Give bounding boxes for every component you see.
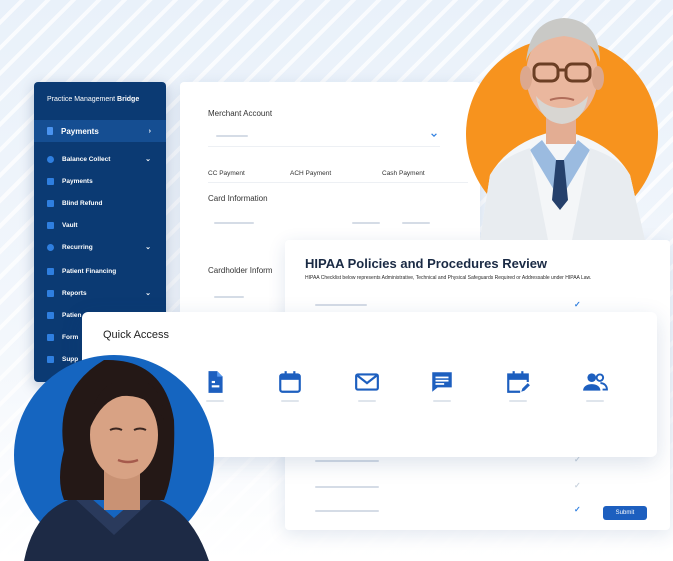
divider — [208, 146, 440, 147]
chevron-right-icon: › — [148, 127, 151, 135]
merchant-account-label: Merchant Account — [208, 109, 273, 118]
select-placeholder — [216, 135, 248, 137]
row-placeholder — [315, 460, 379, 462]
sidebar-item-label: Recurring — [62, 243, 93, 251]
label-placeholder — [281, 400, 299, 402]
check-icon[interactable]: ✓ — [574, 481, 581, 490]
sidebar-item-reports[interactable]: Reports ⌄ — [34, 284, 166, 302]
chevron-down-icon: ⌄ — [145, 156, 151, 163]
row-placeholder — [315, 486, 379, 488]
balance-collect-icon — [47, 155, 54, 163]
sidebar-item-label: Payments — [62, 177, 93, 185]
row-placeholder — [315, 304, 367, 306]
hipaa-description: HIPAA Checklist below represents Adminis… — [305, 275, 592, 281]
calendar-icon[interactable] — [277, 369, 303, 395]
hipaa-title: HIPAA Policies and Procedures Review — [305, 256, 548, 271]
doctor-portrait — [460, 0, 660, 240]
field-placeholder — [214, 296, 244, 298]
chevron-down-icon — [431, 133, 437, 138]
vault-icon — [47, 221, 54, 229]
sidebar-item-label: Reports — [62, 289, 87, 297]
sidebar-item-label: Blind Refund — [62, 199, 103, 207]
brand-bold: Bridge — [117, 96, 140, 103]
label-placeholder — [586, 400, 604, 402]
card-cvv-field[interactable] — [398, 214, 440, 230]
sidebar-item-label: Balance Collect — [62, 155, 111, 163]
tab-cash-payment[interactable]: Cash Payment — [382, 170, 425, 177]
checklist-row[interactable] — [305, 504, 585, 518]
payments-sub-icon — [47, 177, 54, 185]
card-number-field[interactable] — [208, 214, 338, 230]
card-expiry-field[interactable] — [348, 214, 390, 230]
tab-ach-payment[interactable]: ACH Payment — [290, 170, 331, 177]
payments-icon — [47, 127, 53, 135]
cardholder-name-field[interactable] — [208, 288, 278, 304]
check-icon[interactable]: ✓ — [574, 300, 581, 309]
merchant-account-select[interactable] — [208, 126, 440, 144]
field-placeholder — [352, 222, 380, 224]
patients-icon — [47, 311, 54, 319]
label-placeholder — [433, 400, 451, 402]
sidebar-item-label: Patien — [62, 311, 82, 319]
cardholder-information-label: Cardholder Inform — [208, 266, 273, 275]
message-icon[interactable] — [429, 369, 455, 395]
woman-portrait — [14, 330, 214, 561]
sidebar-item-label: Vault — [62, 221, 78, 229]
field-placeholder — [214, 222, 254, 224]
financing-icon — [47, 267, 54, 275]
card-information-label: Card Information — [208, 194, 268, 203]
sidebar-item-blind-refund[interactable]: Blind Refund — [34, 194, 166, 212]
users-icon[interactable] — [582, 369, 608, 395]
label-placeholder — [358, 400, 376, 402]
checklist-row[interactable] — [305, 480, 585, 494]
sidebar-item-balance-collect[interactable]: Balance Collect ⌄ — [34, 150, 166, 168]
reports-icon — [47, 289, 54, 297]
row-placeholder — [315, 510, 379, 512]
sidebar-item-payments[interactable]: Payments — [34, 172, 166, 190]
brand-logo: Practice Management Bridge — [47, 96, 139, 103]
calendar-edit-icon[interactable] — [505, 369, 531, 395]
check-icon[interactable]: ✓ — [574, 505, 581, 514]
refund-icon — [47, 199, 54, 207]
mail-icon[interactable] — [354, 369, 380, 395]
sidebar-item-label: Patient Financing — [62, 267, 117, 275]
sidebar-item-patient-financing[interactable]: Patient Financing — [34, 262, 166, 280]
sidebar-item-label: Payments — [61, 126, 99, 136]
sidebar-item-recurring[interactable]: Recurring ⌄ — [34, 238, 166, 256]
divider — [208, 182, 468, 183]
chevron-down-icon: ⌄ — [145, 290, 151, 297]
label-placeholder — [509, 400, 527, 402]
checklist-row[interactable] — [305, 298, 585, 312]
chevron-down-icon: ⌄ — [145, 244, 151, 251]
sidebar-item-payments-main[interactable]: Payments › — [34, 122, 166, 140]
tab-cc-payment[interactable]: CC Payment — [208, 170, 245, 177]
field-placeholder — [402, 222, 430, 224]
recurring-icon — [47, 243, 54, 251]
brand-regular: Practice Management — [47, 96, 118, 103]
sidebar-item-vault[interactable]: Vault — [34, 216, 166, 234]
submit-button[interactable]: Submit — [603, 506, 647, 520]
